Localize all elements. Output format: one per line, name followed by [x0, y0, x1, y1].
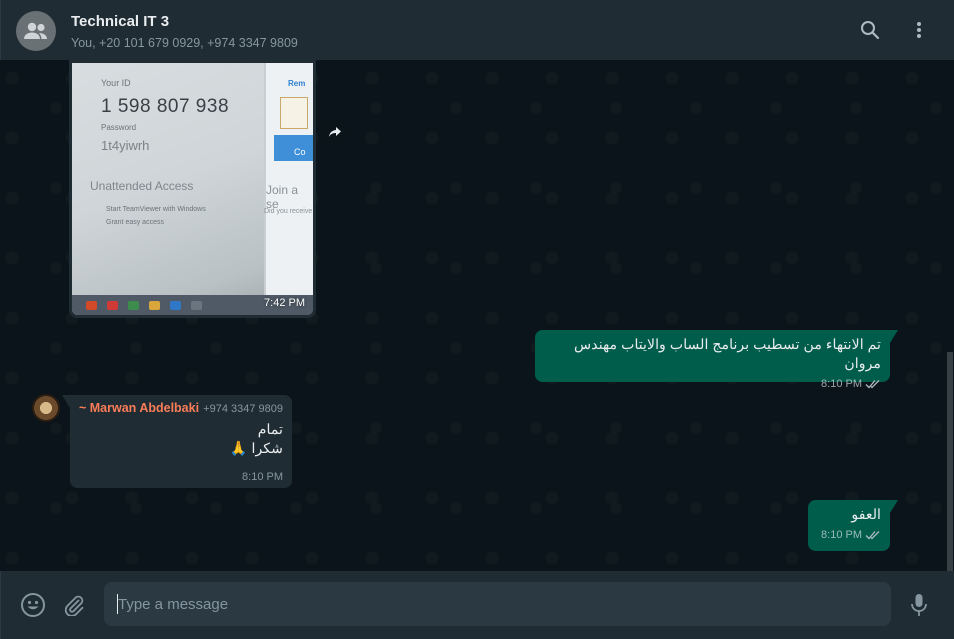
taskbar-app-icon: [149, 300, 160, 310]
message-input[interactable]: [104, 582, 891, 626]
search-icon: [861, 21, 880, 40]
chat-window: Technical IT 3 You, +20 101 679 0929, +9…: [0, 0, 954, 639]
message-time: 8:10 PM: [821, 529, 862, 541]
voice-message-button[interactable]: [906, 592, 932, 618]
photo-remote-panel: Rem Co: [264, 63, 313, 298]
photo-join-label: Join a se: [266, 183, 299, 211]
scrollbar[interactable]: [947, 352, 953, 571]
double-check-icon: [865, 531, 880, 540]
group-icon[interactable]: [16, 11, 56, 51]
photo-unattended-access: Unattended Access: [90, 179, 194, 193]
incoming-message[interactable]: ~ Marwan Abdelbaki +974 3347 9809 تمام ش…: [62, 395, 292, 488]
outgoing-message[interactable]: العفو 8:10 PM: [808, 500, 898, 551]
microphone-icon: [911, 594, 927, 616]
photo-partner-id-box: [280, 97, 308, 129]
chat-members: You, +20 101 679 0929, +974 3347 9809: [71, 36, 298, 50]
bubble-tail: [62, 395, 70, 408]
taskbar-app-icon: [191, 300, 202, 310]
photo-id-value: 1 598 807 938: [101, 96, 230, 117]
photo-password-label: Password: [101, 123, 137, 132]
compose-bar: [0, 571, 954, 639]
chat-title: Technical IT 3: [71, 13, 170, 30]
message-meta: 8:10 PM: [544, 378, 881, 390]
message-meta: 8:10 PM: [817, 529, 881, 541]
bubble-tail: [890, 330, 898, 343]
message-time: 8:10 PM: [242, 471, 283, 483]
menu-button[interactable]: [906, 17, 932, 43]
forward-icon: [328, 126, 341, 137]
double-check-icon: [865, 380, 880, 389]
image-message[interactable]: Your ID 1 598 807 938 Password 1t4yiwrh …: [69, 60, 316, 318]
chat-header[interactable]: Technical IT 3 You, +20 101 679 0929, +9…: [0, 0, 954, 60]
photo-password-value: 1t4yiwrh: [101, 138, 150, 153]
teamviewer-photo[interactable]: Your ID 1 598 807 938 Password 1t4yiwrh …: [72, 63, 313, 315]
message-text: العفو: [851, 507, 881, 523]
message-text: تم الانتهاء من تسطيب برنامج الساب والايت…: [573, 337, 881, 372]
emoji-icon: [21, 593, 45, 617]
paperclip-icon: [64, 595, 84, 616]
chat-info[interactable]: Technical IT 3 You, +20 101 679 0929, +9…: [71, 12, 298, 52]
sender-name[interactable]: ~ Marwan Abdelbaki: [79, 401, 199, 415]
message-line: تمام: [257, 422, 283, 438]
taskbar-app-icon: [128, 300, 139, 310]
bubble-tail: [890, 500, 898, 513]
message-time: 7:42 PM: [264, 297, 305, 309]
search-button[interactable]: [857, 17, 883, 43]
taskbar-app-icon: [86, 300, 97, 310]
taskbar-app-icon: [170, 300, 181, 310]
photo-did-label: Did you receive: [264, 208, 313, 215]
sender-line: ~ Marwan Abdelbaki +974 3347 9809: [79, 401, 283, 415]
photo-connect-label: Co: [294, 147, 306, 157]
outgoing-message[interactable]: تم الانتهاء من تسطيب برنامج الساب والايت…: [535, 330, 898, 390]
message-text: تمام شكرا 🙏: [79, 421, 283, 459]
conversation-panel[interactable]: Your ID 1 598 807 938 Password 1t4yiwrh …: [0, 60, 954, 571]
photo-your-id-label: Your ID: [101, 78, 131, 88]
message-line: شكرا 🙏: [229, 441, 283, 457]
taskbar-app-icon: [107, 300, 118, 310]
photo-grant-option: Grant easy access: [106, 219, 164, 226]
message-time: 8:10 PM: [821, 378, 862, 390]
text-caret: [117, 594, 118, 614]
kebab-menu-icon: [917, 22, 921, 38]
photo-remote-label: Rem: [288, 79, 306, 88]
forward-button[interactable]: [322, 119, 347, 144]
emoji-button[interactable]: [20, 592, 46, 618]
photo-start-option: Start TeamViewer with Windows: [106, 206, 206, 213]
sender-avatar[interactable]: [32, 394, 60, 422]
attach-button[interactable]: [61, 592, 87, 618]
sender-phone: +974 3347 9809: [203, 403, 283, 415]
